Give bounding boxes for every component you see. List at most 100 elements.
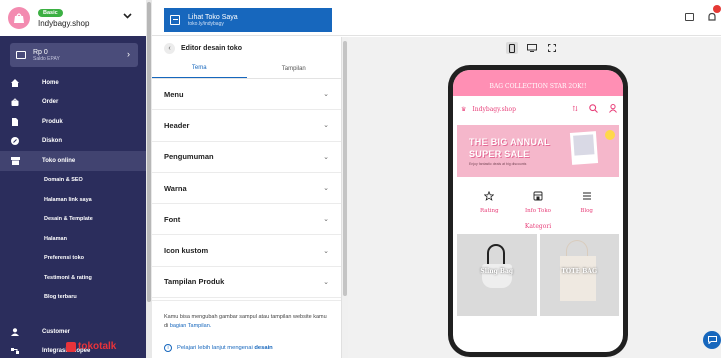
category-label: TOTE BAG	[561, 268, 598, 275]
bell-icon	[708, 12, 716, 21]
learn-more-text: Pelajari lebih lanjut mengenai	[177, 345, 253, 351]
chevron-down-icon: ⌄	[323, 278, 329, 286]
desktop-view-button[interactable]	[526, 42, 538, 54]
section-label: Icon kustom	[164, 246, 209, 256]
sidebar-item-produk[interactable]: Produk	[0, 112, 146, 132]
user-icon[interactable]	[609, 104, 617, 113]
sidebar-item-toko-online[interactable]: Toko online	[0, 151, 146, 171]
category-card-sling-bag[interactable]: Sling Bag	[457, 234, 537, 316]
announcement-bar: BAG COLLECTION STAR 2OK!!	[453, 70, 623, 96]
home-indicator	[504, 348, 562, 351]
view-store-title: Lihat Toko Saya	[188, 13, 238, 21]
chevron-down-icon: ⌄	[323, 247, 329, 255]
quick-link-blog[interactable]: Blog	[567, 191, 607, 214]
phone-icon	[509, 43, 515, 53]
tokotalk-wordmark: tokotalk	[78, 341, 117, 352]
section-label: Pengumuman	[164, 152, 214, 162]
home-icon	[11, 78, 19, 87]
section-tampilan-produk[interactable]: Tampilan Produk ⌄	[152, 267, 341, 299]
sort-icon[interactable]: ⇅	[572, 105, 578, 113]
store-switcher[interactable]: Basic Indybagy.shop	[0, 0, 146, 36]
balance-label: Saldo EPAY	[33, 55, 60, 62]
sidebar-item-label: Toko online	[42, 157, 76, 164]
message-icon[interactable]	[685, 13, 694, 21]
integration-icon	[10, 348, 19, 355]
sidebar-item-label: Produk	[42, 118, 63, 125]
chevron-right-icon: ›	[127, 49, 130, 59]
notification-button[interactable]	[707, 5, 721, 22]
store-preview: BAG COLLECTION STAR 2OK!! ♛ Indybagy.sho…	[348, 37, 721, 358]
store-name: Indybagy.shop	[38, 18, 90, 28]
banner-sticker	[605, 130, 615, 140]
section-pengumuman[interactable]: Pengumuman ⌄	[152, 142, 341, 173]
design-editor-panel: ‹ Editor desain toko Tema Tampilan Menu ⌄…	[152, 37, 342, 358]
quick-link-rating[interactable]: Rating	[469, 191, 509, 214]
section-label: Tampilan Produk	[164, 277, 225, 287]
sidebar-subitem-halaman-link[interactable]: Halaman link saya	[0, 190, 146, 210]
view-store-button[interactable]: Lihat Toko Saya toko.ly/indybagy	[164, 8, 332, 32]
sidebar-subitem-halaman[interactable]: Halaman	[0, 229, 146, 249]
monitor-icon	[527, 44, 537, 52]
back-button[interactable]: ‹	[164, 42, 175, 54]
sidebar-subitem-testimoni[interactable]: Testimoni & rating	[0, 268, 146, 288]
tab-tampilan[interactable]: Tampilan	[247, 59, 342, 78]
tokotalk-logo-icon	[66, 341, 76, 352]
sidebar-subitem-domain-seo[interactable]: Domain & SEO	[0, 171, 146, 191]
editor-title: Editor desain toko	[181, 44, 243, 52]
scrollbar-thumb[interactable]	[147, 2, 151, 302]
wallet-icon	[16, 51, 26, 59]
section-header[interactable]: Header ⌄	[152, 110, 341, 142]
notification-dot	[713, 5, 721, 13]
chevron-down-icon: ⌄	[323, 122, 329, 130]
chat-button[interactable]	[703, 331, 721, 349]
section-menu[interactable]: Menu ⌄	[152, 79, 341, 111]
balance-card[interactable]: Rp 0 Saldo EPAY ›	[10, 43, 138, 67]
fullscreen-icon	[548, 44, 556, 52]
learn-more-link[interactable]: i Pelajari lebih lanjut mengenai desain	[164, 344, 273, 352]
star-icon	[484, 191, 495, 201]
sidebar-subitem-desain-template[interactable]: Desain & Template	[0, 210, 146, 230]
scrollbar-thumb[interactable]	[343, 41, 347, 296]
chevron-down-icon: ⌄	[323, 91, 329, 99]
fullscreen-button[interactable]	[546, 42, 558, 54]
open-external-icon	[170, 15, 180, 25]
section-label: Font	[164, 214, 181, 224]
crown-icon: ♛	[461, 105, 467, 113]
shop-header: ♛ Indybagy.shop ⇅	[453, 96, 623, 122]
sidebar-item-diskon[interactable]: Diskon	[0, 132, 146, 152]
sidebar-item-home[interactable]: Home	[0, 73, 146, 93]
info-icon: i	[164, 344, 172, 352]
sidebar-item-label: Order	[42, 99, 59, 106]
section-icon-kustom[interactable]: Icon kustom ⌄	[152, 235, 341, 267]
list-icon	[582, 192, 591, 200]
quick-link-info-toko[interactable]: Info Toko	[518, 191, 558, 214]
section-warna[interactable]: Warna ⌄	[152, 173, 341, 205]
category-card-tote-bag[interactable]: TOTE BAG	[539, 234, 619, 316]
sidebar-item-label: Home	[42, 79, 59, 86]
discount-icon	[11, 137, 19, 146]
phone-screen: BAG COLLECTION STAR 2OK!! ♛ Indybagy.sho…	[453, 70, 623, 352]
editor-note: Kamu bisa mengubah gambar sampul atau ta…	[152, 300, 341, 331]
quick-link-label: Blog	[580, 208, 593, 214]
top-bar: Lihat Toko Saya toko.ly/indybagy	[152, 0, 721, 36]
sidebar-subitem-blog[interactable]: Blog terbaru	[0, 288, 146, 308]
plan-badge: Basic	[38, 8, 63, 17]
promo-banner[interactable]: THE BIG ANNUAL SUPER SALE Enjoy fantasti…	[457, 125, 619, 177]
sidebar-subitem-preferensi[interactable]: Preferensi toko	[0, 249, 146, 269]
quick-link-label: Rating	[480, 208, 499, 214]
store-icon	[10, 156, 20, 165]
search-icon[interactable]	[589, 104, 598, 113]
tampilan-link[interactable]: bagian Tampilan.	[170, 323, 211, 329]
mobile-view-button[interactable]	[506, 42, 518, 54]
banner-small-text: Enjoy fantastic deals at big discounts	[469, 162, 527, 166]
view-store-url: toko.ly/indybagy	[188, 20, 224, 27]
category-grid: Sling Bag TOTE BAG	[453, 234, 623, 316]
sidebar-item-label: Diskon	[42, 138, 63, 145]
sidebar-item-customer[interactable]: Customer	[0, 322, 146, 342]
sidebar-item-order[interactable]: Order	[0, 93, 146, 113]
section-font[interactable]: Font ⌄	[152, 204, 341, 236]
shop-name[interactable]: Indybagy.shop	[472, 106, 516, 113]
chevron-down-icon[interactable]	[123, 13, 132, 19]
tab-tema[interactable]: Tema	[152, 59, 247, 78]
balance-amount: Rp 0	[33, 48, 48, 56]
